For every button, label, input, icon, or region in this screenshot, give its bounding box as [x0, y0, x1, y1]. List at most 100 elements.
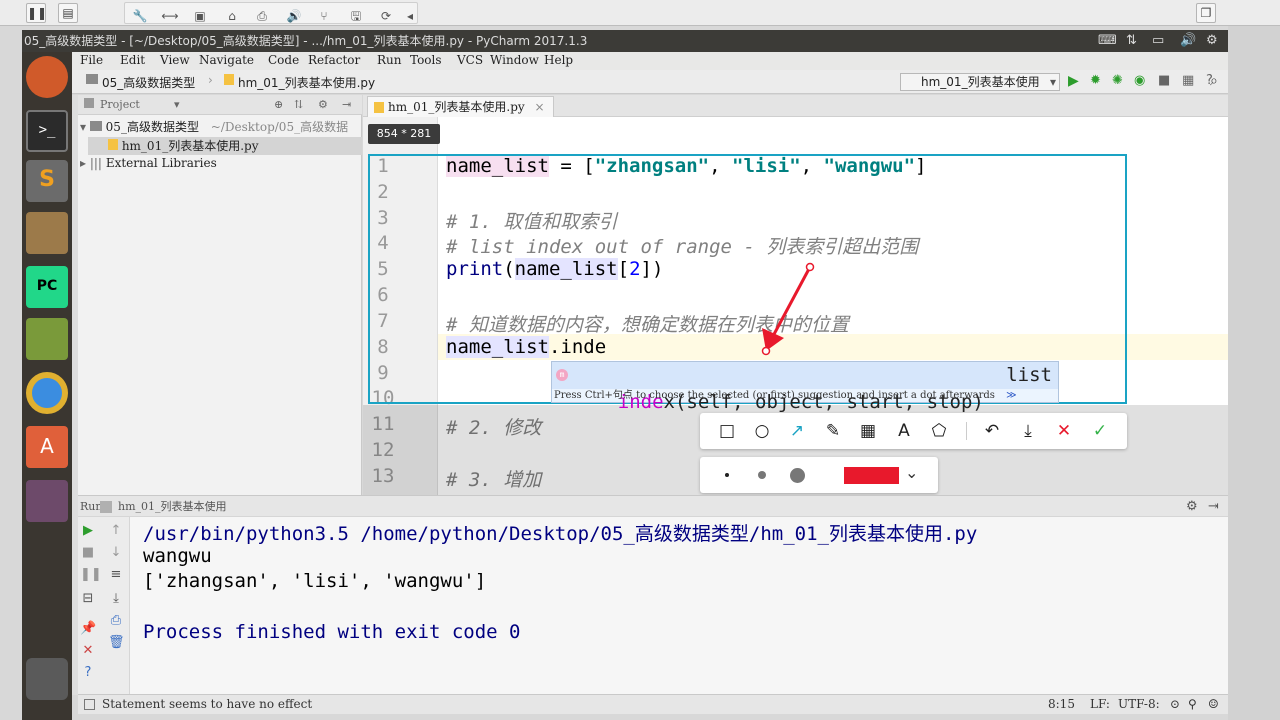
speaker-icon[interactable]: 🔊 — [285, 7, 303, 25]
pin-icon[interactable]: 📌 — [80, 621, 96, 637]
rerun-icon[interactable]: ▶ — [80, 523, 96, 539]
color-swatch[interactable] — [844, 467, 899, 484]
battery-icon[interactable]: ▭ — [1152, 30, 1164, 52]
tree-external-libraries[interactable]: ▸ ||| External Libraries — [80, 156, 217, 170]
confirm-check-icon[interactable]: ✓ — [1089, 420, 1111, 442]
settings-gear-icon[interactable]: ⚙ — [1206, 30, 1218, 52]
event-log-icon[interactable]: ☺ — [1208, 695, 1219, 714]
git-icon[interactable]: ⚲ — [1188, 695, 1197, 714]
project-structure-icon[interactable]: ▦ — [1182, 73, 1194, 88]
snapshot-icon[interactable]: ▤ — [58, 3, 78, 23]
gear-icon[interactable]: ⚙ — [318, 98, 328, 111]
menu-tools[interactable]: Tools — [410, 53, 442, 67]
scroll-end-icon[interactable]: ⤓ — [108, 591, 124, 607]
tool-window-toggle-icon[interactable] — [84, 699, 95, 710]
ellipse-tool-icon[interactable]: ○ — [751, 420, 773, 442]
collapse-icon[interactable]: ◂ — [401, 7, 419, 25]
close-tab-icon[interactable]: × — [534, 100, 544, 114]
gear-icon[interactable]: ⚙ — [1186, 496, 1198, 518]
trash-icon[interactable] — [26, 658, 68, 700]
usb-icon[interactable]: ⑂ — [315, 7, 333, 25]
mosaic-tool-icon[interactable]: ▦ — [857, 420, 879, 442]
close-icon[interactable]: ✕ — [80, 643, 96, 659]
pause-icon[interactable]: ❚❚ — [80, 567, 102, 583]
menu-window[interactable]: Window — [490, 53, 539, 67]
print-icon[interactable]: ⎙ — [108, 613, 124, 629]
text-tool-icon[interactable]: A — [893, 420, 915, 442]
volume-icon[interactable]: 🔊 — [1180, 30, 1196, 52]
coverage-icon[interactable]: ✺ — [1112, 73, 1123, 88]
soft-wrap-icon[interactable]: ≡ — [108, 567, 124, 583]
tree-file-item[interactable]: hm_01_列表基本使用.py — [88, 137, 362, 155]
menu-help[interactable]: Help — [544, 53, 573, 67]
sync-icon[interactable]: ⊕ — [274, 98, 283, 111]
menu-vcs[interactable]: VCS — [457, 53, 483, 67]
hide-icon[interactable]: ⇥ — [342, 98, 351, 111]
line-separator[interactable]: LF: — [1090, 695, 1110, 714]
stop-icon[interactable]: ■ — [1158, 73, 1170, 88]
lock-icon[interactable]: ⊙ — [1170, 695, 1180, 714]
menu-code[interactable]: Code — [268, 53, 299, 67]
files-icon[interactable] — [26, 212, 68, 254]
help-icon[interactable]: ? — [80, 665, 96, 681]
sublime-icon[interactable]: S — [26, 160, 68, 202]
completion-hint-link[interactable]: ≫ — [1006, 390, 1016, 401]
restore-layout-icon[interactable]: ⊟ — [80, 591, 96, 607]
printer-icon[interactable]: ⎙ — [253, 7, 271, 25]
clear-trash-icon[interactable]: 🗑 — [108, 635, 125, 651]
tag-tool-icon[interactable]: ⬠ — [928, 420, 950, 442]
keyboard-icon[interactable]: ⌨ — [1098, 30, 1117, 52]
wrench-icon[interactable]: 🔧 — [131, 7, 149, 25]
menu-view[interactable]: View — [160, 53, 190, 67]
rectangle-tool-icon[interactable]: □ — [716, 420, 738, 442]
chrome-icon[interactable] — [26, 372, 68, 414]
refresh-icon[interactable]: ⟳ — [377, 7, 395, 25]
ubuntu-dash-icon[interactable] — [26, 56, 68, 98]
menu-navigate[interactable]: Navigate — [199, 53, 254, 67]
menu-run[interactable]: Run — [377, 53, 402, 67]
project-header-label[interactable]: Project — [100, 98, 140, 111]
search-icon[interactable]: ⌕ — [1210, 73, 1218, 89]
medium-dot-size-icon[interactable] — [758, 471, 766, 479]
workspace-icon[interactable] — [26, 480, 68, 522]
small-dot-size-icon[interactable] — [725, 473, 729, 477]
books-icon[interactable] — [26, 318, 68, 360]
large-dot-size-icon[interactable] — [790, 468, 805, 483]
stop-icon[interactable]: ■ — [80, 545, 96, 561]
pycharm-icon[interactable]: PC — [26, 266, 68, 308]
arrow-end-handle[interactable] — [761, 346, 771, 356]
pen-tool-icon[interactable]: ✎ — [822, 420, 844, 442]
download-icon[interactable]: ⤓ — [1017, 420, 1039, 442]
pause-icon[interactable]: ❚❚ — [26, 3, 47, 23]
hide-panel-icon[interactable]: ⇥ — [1208, 496, 1219, 518]
scroll-down-icon[interactable]: ↓ — [108, 545, 124, 561]
run-panel-config[interactable]: hm_01_列表基本使用 — [118, 496, 227, 518]
save-icon[interactable]: 🖫 — [347, 7, 365, 25]
arrow-tool-icon[interactable]: ↗ — [786, 420, 808, 442]
completion-item[interactable]: m index(self, object, start, stop) list — [552, 362, 1058, 413]
breadcrumb-project[interactable]: 05_高级数据类型 — [102, 74, 195, 91]
collapse-all-icon[interactable]: ⇅ — [294, 98, 303, 111]
run-icon[interactable]: ▶ — [1068, 73, 1079, 89]
arrows-icon[interactable]: ⟷ — [161, 7, 179, 25]
arrow-start-handle[interactable] — [805, 262, 815, 272]
restore-icon[interactable]: ❐ — [1196, 3, 1216, 23]
network-icon[interactable]: ⇅ — [1126, 30, 1137, 52]
menu-file[interactable]: File — [80, 53, 103, 67]
menu-refactor[interactable]: Refactor — [308, 53, 360, 67]
breadcrumb-file[interactable]: hm_01_列表基本使用.py — [238, 74, 375, 91]
terminal-icon[interactable]: >_ — [26, 110, 68, 152]
profile-icon[interactable]: ◉ — [1134, 73, 1145, 88]
undo-icon[interactable]: ↶ — [981, 420, 1003, 442]
tree-root[interactable]: ▾ 05_高级数据类型 ~/Desktop/05_高级数据 — [80, 118, 348, 135]
cancel-icon[interactable]: ✕ — [1053, 420, 1075, 442]
debug-icon[interactable]: ✹ — [1090, 73, 1101, 88]
run-config-select[interactable]: hm_01_列表基本使用 ▾ — [900, 73, 1060, 91]
menu-edit[interactable]: Edit — [120, 53, 145, 67]
chevron-down-icon[interactable]: ▾ — [174, 98, 180, 111]
disk-icon[interactable]: ▣ — [191, 7, 209, 25]
editor-tab[interactable]: hm_01_列表基本使用.py × — [367, 96, 554, 117]
cursor-position[interactable]: 8:15 — [1048, 695, 1075, 714]
software-center-icon[interactable]: A — [26, 426, 68, 468]
scroll-up-icon[interactable]: ↑ — [108, 523, 124, 539]
